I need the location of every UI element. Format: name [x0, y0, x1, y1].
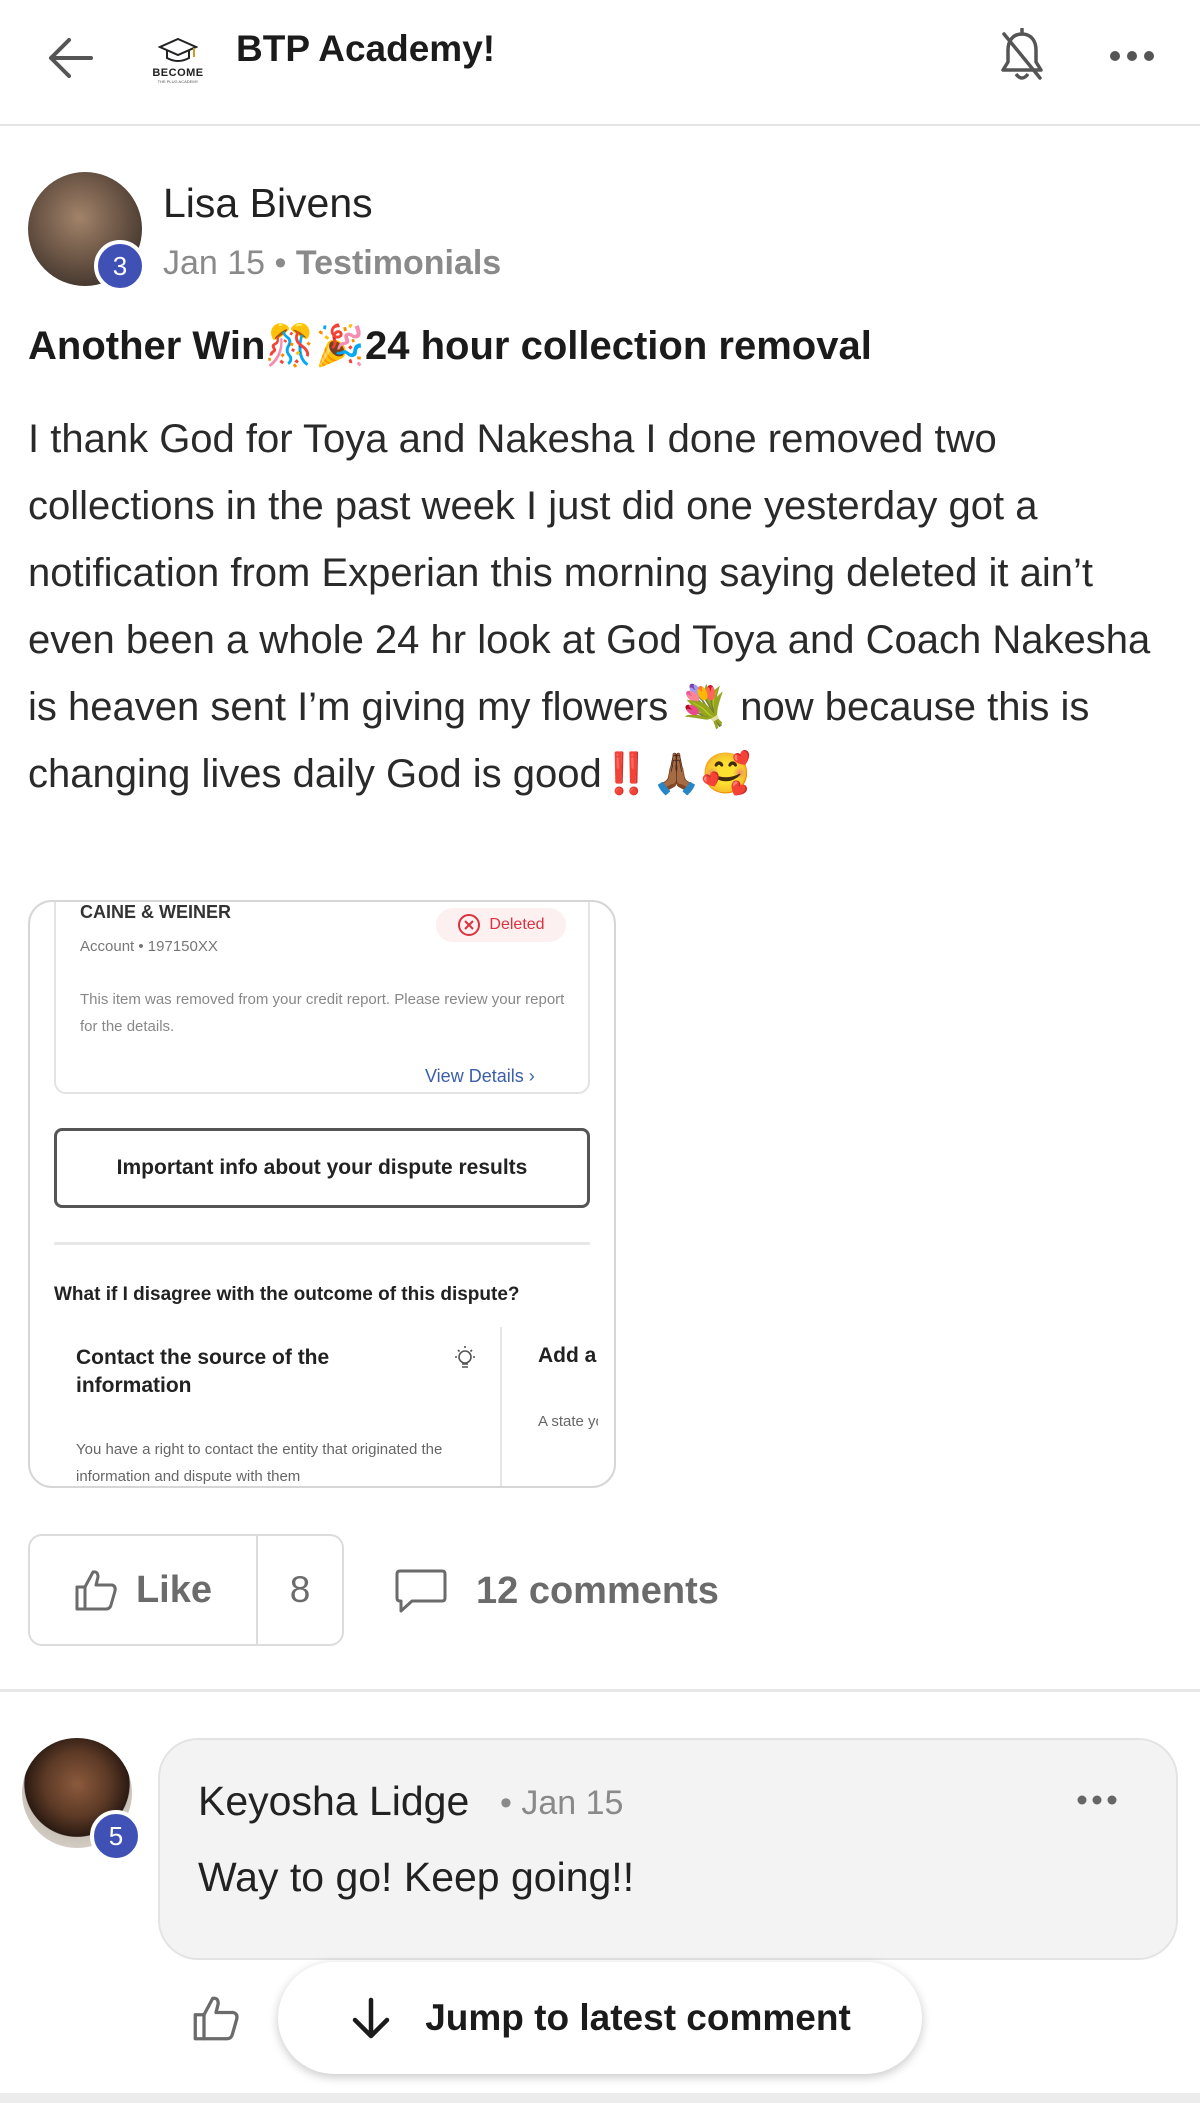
post-meta: Jan 15 • Testimonials [163, 244, 501, 283]
account-name: CAINE & WEINER [80, 902, 232, 922]
view-details-label: View Details [425, 1066, 524, 1086]
post-body: I thank God for Toya and Nakesha I done … [28, 417, 1151, 796]
comment-more-button[interactable] [1076, 1780, 1118, 1820]
like-button[interactable]: Like [30, 1536, 258, 1644]
account-number: Account • 197150XX [80, 938, 218, 955]
page-title: BTP Academy! [236, 28, 496, 69]
commenter-avatar[interactable]: 5 [22, 1738, 142, 1862]
level-badge: 3 [94, 240, 146, 292]
like-count[interactable]: 8 [258, 1536, 342, 1644]
card-title: Contact the source of the information [76, 1346, 330, 1397]
comments-button[interactable]: 12 comments [394, 1556, 719, 1626]
arrow-left-icon [49, 38, 93, 78]
more-options-button[interactable] [1102, 28, 1162, 84]
post-date: Jan 15 [163, 244, 266, 282]
comment-bubble-icon [395, 1569, 447, 1613]
comment-date: • Jan 15 [500, 1784, 624, 1822]
like-label: Like [135, 1568, 213, 1611]
bell-off-icon [1001, 28, 1043, 80]
removal-note: This item was removed from your credit r… [80, 991, 565, 1035]
arrow-down-icon [352, 1997, 390, 2039]
dispute-info-button: Important info about your dispute result… [54, 1128, 590, 1208]
section-divider [0, 1689, 1200, 1692]
comment-text: Way to go! Keep going!! [198, 1854, 635, 1900]
disagree-heading: What if I disagree with the outcome of t… [54, 1284, 520, 1305]
more-horizontal-icon [1077, 1795, 1117, 1805]
comment-like-button[interactable] [186, 1988, 246, 2048]
academy-logo: BECOME THE PLUG ACADEMY [142, 22, 214, 84]
comment-bubble: Keyosha Lidge • Jan 15 Way to go! Keep g… [158, 1738, 1178, 1960]
status-label: Deleted [489, 916, 545, 933]
thumbs-up-icon [193, 1996, 239, 2041]
card-text: You have a right to contact the entity t… [76, 1441, 443, 1485]
comment-author[interactable]: Keyosha Lidge [198, 1778, 469, 1825]
more-horizontal-icon [1110, 51, 1154, 61]
contact-source-card: Contact the source of the information Yo… [54, 1322, 494, 1486]
jump-to-latest-button[interactable]: Jump to latest comment [278, 1962, 922, 2074]
add-statement-title: Add a [538, 1344, 597, 1367]
author-avatar[interactable]: 3 [28, 172, 146, 292]
like-control: Like 8 [28, 1534, 344, 1646]
add-statement-text: A state you thi incomp [538, 1413, 598, 1430]
post-image-attachment[interactable]: CAINE & WEINER Account • 197150XX Delete… [28, 900, 616, 1488]
top-bar: BECOME THE PLUG ACADEMY BTP Academy! [0, 0, 1200, 126]
thumbs-up-icon [75, 1570, 117, 1611]
back-button[interactable] [40, 28, 100, 88]
level-badge: 5 [90, 1810, 142, 1862]
bottom-edge [0, 2093, 1200, 2103]
meta-separator: • [274, 244, 287, 282]
x-circle-icon [458, 914, 481, 936]
post-category[interactable]: Testimonials [296, 244, 501, 282]
lightbulb-icon [455, 1346, 475, 1368]
status-badge: Deleted [436, 908, 566, 942]
graduation-cap-icon [158, 37, 198, 62]
logo-subtitle: THE PLUG ACADEMY [157, 79, 199, 84]
post-title: Another Win🎊🎉24 hour collection removal [28, 324, 872, 368]
chevron-right-icon: › [528, 1066, 535, 1086]
logo-word: BECOME [152, 67, 204, 79]
comments-label: 12 comments [476, 1569, 719, 1612]
notifications-toggle-button[interactable] [992, 24, 1052, 88]
view-details-link: View Details › [425, 1066, 535, 1087]
post-author[interactable]: Lisa Bivens [163, 180, 373, 227]
card-separator [500, 1327, 502, 1486]
divider [54, 1242, 590, 1245]
jump-label: Jump to latest comment [425, 1997, 851, 2038]
